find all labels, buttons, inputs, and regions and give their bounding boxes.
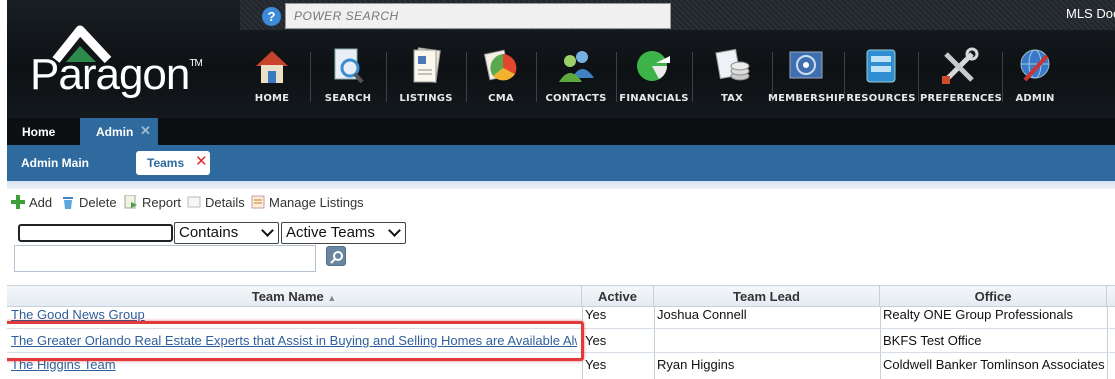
- help-icon[interactable]: ?: [262, 7, 281, 26]
- nav-contacts-label: CONTACTS: [545, 93, 607, 104]
- add-button[interactable]: Add: [11, 195, 52, 210]
- table-cell-active: Yes: [585, 333, 607, 348]
- report-button[interactable]: Report: [124, 195, 181, 210]
- nav-preferences-label: PREFERENCES: [920, 93, 1002, 104]
- nav-resources[interactable]: RESOURCES: [846, 44, 916, 110]
- nav-listings-label: LISTINGS: [399, 93, 453, 104]
- divider-band: [0, 181, 1115, 189]
- admin-globe-icon: [1020, 49, 1050, 82]
- column-header-active[interactable]: Active: [582, 285, 654, 307]
- column-header-team-name[interactable]: Team Name ▲: [7, 285, 582, 307]
- manage-listings-label: Manage Listings: [269, 195, 364, 210]
- nav-tax-label: TAX: [720, 93, 744, 104]
- search-icon: [330, 251, 343, 264]
- sub-tab-bar: Admin Main Teams ✕: [0, 145, 1115, 181]
- sort-asc-icon: ▲: [327, 293, 337, 303]
- search-input[interactable]: [14, 245, 316, 272]
- nav-tax[interactable]: TAX: [694, 44, 770, 110]
- team-name-header-label: Team Name: [251, 289, 324, 304]
- cma-icon: [483, 49, 517, 81]
- listings-icon: [413, 47, 441, 84]
- nav-search[interactable]: SEARCH: [312, 44, 384, 110]
- report-icon: [124, 195, 137, 209]
- nav-financials[interactable]: FINANCIALS: [618, 44, 690, 110]
- nav-cma[interactable]: CMA: [468, 44, 534, 110]
- report-label: Report: [142, 195, 182, 210]
- scope-value: Active Teams: [286, 224, 375, 241]
- manage-listings-button[interactable]: Manage Listings: [251, 195, 364, 210]
- chevron-down-icon: [388, 224, 401, 237]
- membership-icon: [789, 51, 823, 79]
- nav-admin-label: ADMIN: [1015, 93, 1055, 104]
- left-frame: [0, 0, 7, 379]
- nav-cma-label: CMA: [488, 93, 514, 104]
- operator-select[interactable]: Contains: [174, 222, 279, 244]
- delete-button[interactable]: Delete: [61, 195, 117, 210]
- tab-admin-label: Admin: [96, 125, 134, 139]
- nav-financials-label: FINANCIALS: [619, 93, 689, 104]
- manage-listings-icon: [251, 195, 265, 209]
- nav-home-label: HOME: [254, 93, 290, 104]
- selected-row-highlight: [3, 321, 584, 361]
- nav-resources-label: RESOURCES: [846, 93, 916, 104]
- tools-icon: [942, 47, 979, 84]
- column-header-office[interactable]: Office: [880, 285, 1107, 307]
- tab-teams-label: Teams: [147, 156, 185, 170]
- mls-documents-link[interactable]: MLS Doc: [1066, 6, 1115, 21]
- pie-chart-icon: [637, 51, 670, 81]
- details-button[interactable]: Details: [187, 195, 245, 210]
- filter-text-input[interactable]: [18, 224, 173, 242]
- table-cell-office: BKFS Test Office: [883, 333, 982, 348]
- tab-teams[interactable]: Teams ✕: [136, 151, 210, 175]
- tax-icon: [715, 48, 750, 81]
- logo-text: ParagonTM: [30, 50, 203, 99]
- nav-membership[interactable]: MEMBERSHIP: [768, 44, 846, 110]
- nav-home[interactable]: HOME: [236, 44, 308, 110]
- close-icon[interactable]: ✕: [140, 123, 151, 139]
- nav-contacts[interactable]: CONTACTS: [538, 44, 614, 110]
- column-header-team-lead[interactable]: Team Lead: [654, 285, 880, 307]
- nav-search-label: SEARCH: [324, 93, 372, 104]
- contacts-icon: [559, 51, 594, 82]
- tab-home-label: Home: [22, 125, 56, 139]
- table-cell-lead: Joshua Connell: [657, 307, 747, 322]
- table-cell-office: Realty ONE Group Professionals: [883, 307, 1074, 322]
- details-label: Details: [205, 195, 245, 210]
- team-scope-select[interactable]: Active Teams: [281, 222, 406, 244]
- table-cell-active: Yes: [585, 357, 607, 372]
- toolbar: Add Delete Report Details Manage Listing…: [0, 189, 1115, 217]
- table-cell-lead: Ryan Higgins: [657, 357, 735, 372]
- table-row-name-link[interactable]: The Good News Group: [11, 307, 577, 322]
- table-cell-office: Coldwell Banker Tomlinson Associates - L…: [883, 357, 1107, 372]
- resources-icon: [866, 49, 896, 83]
- nav-preferences[interactable]: PREFERENCES: [920, 44, 1002, 110]
- close-icon[interactable]: ✕: [195, 152, 208, 170]
- nav-listings[interactable]: LISTINGS: [388, 44, 464, 110]
- chevron-down-icon: [261, 224, 274, 237]
- module-tab-bar: Home Admin ✕: [0, 118, 1115, 145]
- table-cell-active: Yes: [585, 307, 607, 322]
- tab-home[interactable]: Home: [0, 118, 76, 145]
- delete-label: Delete: [79, 195, 117, 210]
- tab-admin-main[interactable]: Admin Main: [21, 156, 89, 170]
- add-label: Add: [29, 195, 53, 210]
- house-icon: [256, 51, 288, 83]
- tab-admin[interactable]: Admin ✕: [80, 118, 158, 145]
- operator-value: Contains: [179, 224, 239, 241]
- details-icon: [187, 196, 201, 208]
- search-document-icon: [334, 48, 364, 84]
- power-search-input[interactable]: POWER SEARCH: [285, 3, 671, 29]
- search-button[interactable]: [326, 246, 346, 266]
- trash-icon: [63, 197, 73, 209]
- top-header: ParagonTM ? POWER SEARCH MLS Doc HOME SE…: [0, 0, 1115, 118]
- nav-membership-label: MEMBERSHIP: [768, 93, 846, 104]
- plus-icon: [11, 195, 25, 209]
- nav-admin[interactable]: ADMIN: [1004, 44, 1066, 110]
- column-header-extra: [1107, 285, 1115, 307]
